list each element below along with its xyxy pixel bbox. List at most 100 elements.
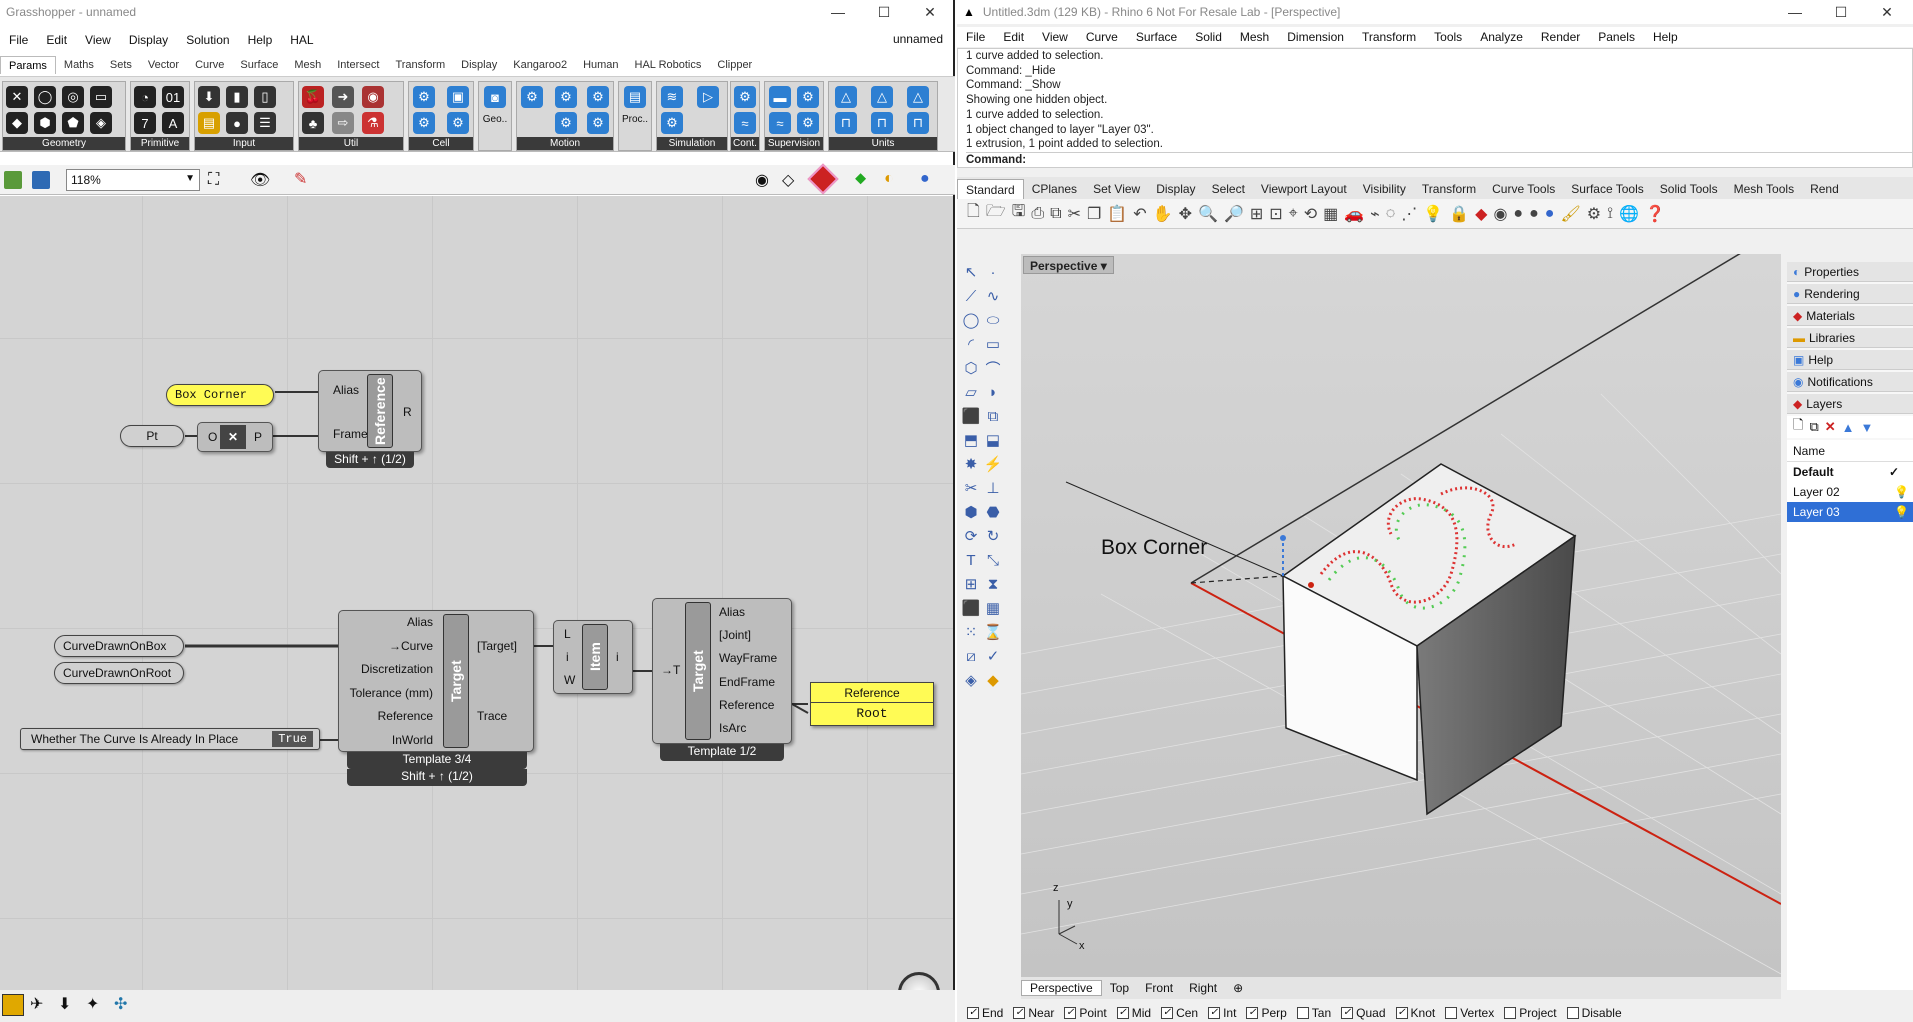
units-icon[interactable]: ⊓: [871, 112, 893, 134]
menu-file[interactable]: File: [957, 30, 994, 44]
tab-maths[interactable]: Maths: [56, 56, 102, 74]
view-tab-right[interactable]: Right: [1181, 981, 1225, 995]
loft-icon[interactable]: ◗: [983, 382, 1003, 402]
arc-icon[interactable]: ◜: [961, 334, 981, 354]
block-icon[interactable]: ⊞: [961, 574, 981, 594]
osnap-int[interactable]: ✓ Int: [1208, 1006, 1236, 1020]
undo-view-icon[interactable]: ⟲: [1304, 204, 1317, 224]
view-tab-front[interactable]: Front: [1137, 981, 1181, 995]
add-view-tab-icon[interactable]: ⊕: [1225, 981, 1251, 995]
toggle-value[interactable]: True: [272, 731, 313, 747]
tab-mesh[interactable]: Mesh: [286, 56, 329, 74]
toolbar-tab-curve-tools[interactable]: Curve Tools: [1484, 179, 1563, 199]
controller-icon[interactable]: ≈: [734, 112, 756, 134]
status-icon[interactable]: [2, 994, 24, 1016]
target-component-joint[interactable]: →T Target Alias [Joint] WayFrame EndFram…: [652, 598, 792, 744]
menu-transform[interactable]: Transform: [1353, 30, 1425, 44]
panel-tab-help[interactable]: ▣ Help: [1787, 350, 1913, 370]
port-alias[interactable]: Alias: [407, 615, 433, 629]
toolbar-tab-solid-tools[interactable]: Solid Tools: [1652, 179, 1726, 199]
port-i-out[interactable]: i: [616, 650, 619, 664]
minimize-button[interactable]: —: [1772, 0, 1818, 24]
cell-icon[interactable]: ⚙: [413, 86, 435, 108]
menu-view[interactable]: View: [1033, 30, 1077, 44]
input-icon[interactable]: ▮: [226, 86, 248, 108]
lightbulb-icon[interactable]: 💡: [1894, 502, 1909, 522]
osnap-disable[interactable]: Disable: [1566, 1006, 1622, 1020]
group-icon[interactable]: ⬢: [961, 502, 981, 522]
new-sublayer-icon[interactable]: ⧉: [1809, 419, 1818, 435]
toolbar-tab-select[interactable]: Select: [1204, 179, 1253, 199]
panel-tab-layers[interactable]: ◆ Layers: [1787, 394, 1913, 414]
panel-reference[interactable]: Reference Root: [810, 682, 934, 726]
menu-curve[interactable]: Curve: [1077, 30, 1127, 44]
status-icon[interactable]: ✣: [114, 994, 136, 1016]
maximize-button[interactable]: ☐: [861, 0, 907, 24]
preview-mesh-icon[interactable]: ●: [920, 170, 930, 188]
motion-icon[interactable]: ⚙: [521, 86, 543, 108]
osnap-near[interactable]: ✓ Near: [1013, 1006, 1054, 1020]
input-icon[interactable]: ▤: [198, 112, 220, 134]
port-t[interactable]: →T: [661, 663, 680, 677]
sweep-icon[interactable]: ⬓: [983, 430, 1003, 450]
panel-tab-notifications[interactable]: ◉ Notifications: [1787, 372, 1913, 392]
status-icon[interactable]: ✦: [86, 994, 108, 1016]
geometry-icon[interactable]: ▭: [90, 86, 112, 108]
tab-params[interactable]: Params: [0, 56, 56, 74]
port-wayframe[interactable]: WayFrame: [719, 651, 777, 665]
tab-intersect[interactable]: Intersect: [329, 56, 387, 74]
osnap-quad[interactable]: ✓ Quad: [1341, 1006, 1386, 1020]
menu-tools[interactable]: Tools: [1425, 30, 1471, 44]
mesh-icon[interactable]: ▦: [983, 598, 1003, 618]
zoom-target-icon[interactable]: ⌖: [1289, 205, 1298, 223]
tab-vector[interactable]: Vector: [140, 56, 187, 74]
util-icon[interactable]: ➜: [332, 86, 354, 108]
render-sphere-icon[interactable]: ●: [1545, 205, 1555, 223]
osnap-perp[interactable]: ✓ Perp: [1246, 1006, 1287, 1020]
maximize-button[interactable]: ☐: [1818, 0, 1864, 24]
preview-selected-icon[interactable]: ⬥: [855, 170, 866, 188]
viewport-title[interactable]: Perspective ▾: [1023, 256, 1114, 274]
delete-layer-icon[interactable]: ✕: [1825, 419, 1836, 435]
split-icon[interactable]: ⊥: [983, 478, 1003, 498]
osnap-mid[interactable]: ✓ Mid: [1116, 1006, 1151, 1020]
menu-display[interactable]: Display: [120, 33, 177, 47]
input-icon[interactable]: ●: [226, 112, 248, 134]
zoom-dropdown[interactable]: 118% ▼: [66, 169, 200, 191]
menu-help[interactable]: Help: [239, 33, 282, 47]
toolbar-tab-set-view[interactable]: Set View: [1085, 179, 1148, 199]
ellipse-icon[interactable]: ⬭: [983, 310, 1003, 330]
supervision-icon[interactable]: ≈: [769, 112, 791, 134]
dimension-icon[interactable]: ⤡: [983, 550, 1003, 570]
move-up-icon[interactable]: ▲: [1842, 420, 1855, 435]
toolbar-tab-standard[interactable]: Standard: [957, 179, 1024, 199]
primitive-icon[interactable]: 01: [162, 86, 184, 108]
menu-view[interactable]: View: [76, 33, 120, 47]
osnap-tan[interactable]: Tan: [1296, 1006, 1331, 1020]
rectangle-icon[interactable]: ▭: [983, 334, 1003, 354]
zoom-extents-icon[interactable]: ⛶: [208, 171, 219, 189]
panel-tab-materials[interactable]: ◆ Materials: [1787, 306, 1913, 326]
polygon-icon[interactable]: ⬡: [961, 358, 981, 378]
panel-tab-properties[interactable]: ◐ Properties: [1787, 262, 1913, 282]
tab-hal-robotics[interactable]: HAL Robotics: [627, 56, 710, 74]
view-tab-perspective[interactable]: Perspective: [1021, 980, 1102, 996]
boolean-toggle[interactable]: Whether The Curve Is Already In Place Tr…: [20, 728, 320, 750]
target-component-curve[interactable]: Alias →Curve Discretization Tolerance (m…: [338, 610, 534, 752]
preview-shaded-icon[interactable]: [807, 163, 839, 195]
osnap-icon[interactable]: ⌁: [1370, 204, 1380, 224]
move-down-icon[interactable]: ▼: [1861, 420, 1874, 435]
color-wheel-icon[interactable]: ◉: [1493, 204, 1507, 224]
globe-icon[interactable]: 🌐: [1619, 204, 1639, 224]
brush-icon[interactable]: 🖌: [1560, 204, 1580, 224]
surface-icon[interactable]: ▱: [961, 382, 981, 402]
port-alias[interactable]: Alias: [719, 605, 745, 619]
point-param[interactable]: Pt: [120, 425, 184, 447]
menu-edit[interactable]: Edit: [994, 30, 1033, 44]
tab-human[interactable]: Human: [575, 56, 626, 74]
units-icon[interactable]: ⊓: [835, 112, 857, 134]
menu-help[interactable]: Help: [1644, 30, 1687, 44]
menu-hal[interactable]: HAL: [281, 33, 322, 47]
boolean-icon[interactable]: ⧉: [983, 406, 1003, 426]
new-file-icon[interactable]: 🗋: [967, 200, 980, 227]
